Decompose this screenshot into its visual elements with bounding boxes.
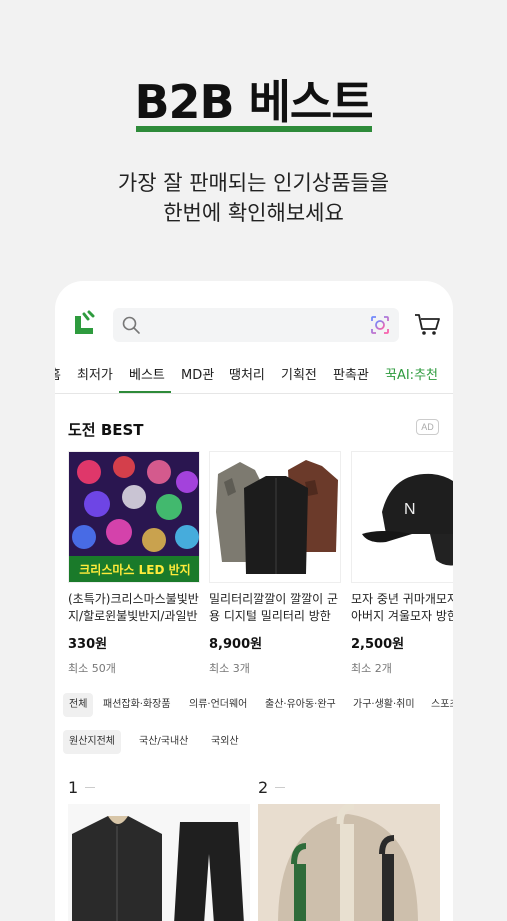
product-min-order: 최소 3개 <box>209 662 250 675</box>
chip-sports[interactable]: 스포츠 <box>425 693 453 717</box>
padded-jacket-image <box>68 804 250 921</box>
image-search-icon[interactable] <box>369 314 391 336</box>
chip-clothing[interactable]: 의류·언더웨어 <box>183 693 253 717</box>
ranked-product-image[interactable] <box>258 804 440 921</box>
section-title: 도전 BEST <box>68 421 144 439</box>
product-image: 크리스마스 LED 반지 <box>68 451 200 583</box>
product-min-order: 최소 50개 <box>68 662 116 675</box>
chip-domestic[interactable]: 국산/국내산 <box>133 730 194 754</box>
tab-best[interactable]: 베스트 <box>129 364 165 383</box>
origin-filter-chips: 원산지전체 국산/국내산 국외산 <box>63 728 453 756</box>
rank-number: 2 <box>258 778 269 797</box>
tab-lowest-price[interactable]: 최저가 <box>77 364 113 383</box>
product-price: 2,500원 <box>351 637 405 652</box>
promo-header: B2B 베스트 가장 잘 판매되는 인기상품들을 한번에 확인해보세요 <box>0 0 507 290</box>
tab-exhibition[interactable]: 기획전 <box>281 364 317 383</box>
product-price: 8,900원 <box>209 637 263 652</box>
tab-clearance[interactable]: 땡처리 <box>229 364 265 383</box>
tab-ai-recommend[interactable]: 꾹AI:추천 <box>385 364 438 383</box>
category-filter-chips: 전체 패션잡화·화장품 의류·언더웨어 출산·유아동·완구 가구·생활·취미 스… <box>63 691 453 719</box>
product-image: N <box>351 451 453 583</box>
product-card[interactable]: 밀리터리깔깔이 깔깔이 군용 디지털 밀리터리 방한복 8,900원 최소 3개 <box>209 451 341 676</box>
rank-divider <box>275 787 285 788</box>
promo-title: B2B 베스트 <box>134 75 373 129</box>
promo-subtitle-line1: 가장 잘 판매되는 인기상품들을 <box>117 171 390 195</box>
product-card[interactable]: 크리스마스 LED 반지 (초특가)크리스마스불빛반지/할로윈불빛반지/과일반지… <box>68 451 200 676</box>
rank-number: 1 <box>68 778 79 797</box>
product-name: 밀리터리깔깔이 깔깔이 군용 디지털 밀리터리 방한복 <box>209 592 339 623</box>
product-name: (초특가)크리스마스불빛반지/할로윈불빛반지/과일반지 <box>68 592 199 623</box>
search-icon <box>122 316 140 334</box>
phone-screen: 홈 최저가 베스트 MD관 땡처리 기획전 판촉관 꾹AI:추천 도전 BEST… <box>55 281 453 921</box>
product-image <box>209 451 341 583</box>
tab-promotion[interactable]: 판촉관 <box>333 364 369 383</box>
chip-imported[interactable]: 국외산 <box>205 730 245 754</box>
product-min-order: 최소 2개 <box>351 662 392 675</box>
ranked-product-image[interactable] <box>68 804 250 921</box>
app-logo-icon[interactable] <box>71 310 97 336</box>
search-input[interactable] <box>113 308 399 342</box>
winter-hat-image: N <box>352 452 453 582</box>
product-image-caption: 크리스마스 LED 반지 <box>79 563 191 577</box>
app-top-bar <box>55 301 453 349</box>
product-price: 330원 <box>68 637 108 652</box>
promo-subtitle-line2: 한번에 확인해보세요 <box>163 201 344 225</box>
tab-home[interactable]: 홈 <box>55 364 61 383</box>
product-card[interactable]: N 모자 중년 귀마개모자 할아버지 겨울모자 방한모자 2,500원 최소 2… <box>351 451 453 676</box>
chip-origin-all[interactable]: 원산지전체 <box>63 730 121 754</box>
umbrellas-image <box>258 804 440 921</box>
title-underline <box>136 126 372 132</box>
ad-badge: AD <box>416 419 439 435</box>
chip-baby-kids[interactable]: 출산·유아동·완구 <box>259 693 342 717</box>
active-tab-indicator <box>119 391 171 393</box>
chip-home-living[interactable]: 가구·생활·취미 <box>347 693 421 717</box>
product-name: 모자 중년 귀마개모자 할아버지 겨울모자 방한모자 <box>351 592 453 623</box>
promo-subtitle: 가장 잘 판매되는 인기상품들을 한번에 확인해보세요 <box>0 168 507 228</box>
cart-icon[interactable] <box>413 310 441 338</box>
chip-all[interactable]: 전체 <box>63 693 94 717</box>
chip-fashion[interactable]: 패션잡화·화장품 <box>97 693 177 717</box>
category-tabs: 홈 최저가 베스트 MD관 땡처리 기획전 판촉관 꾹AI:추천 <box>55 354 453 394</box>
jackets-image <box>210 452 340 582</box>
tab-md[interactable]: MD관 <box>181 364 214 383</box>
svg-text:N: N <box>404 501 416 518</box>
rank-divider <box>85 787 95 788</box>
